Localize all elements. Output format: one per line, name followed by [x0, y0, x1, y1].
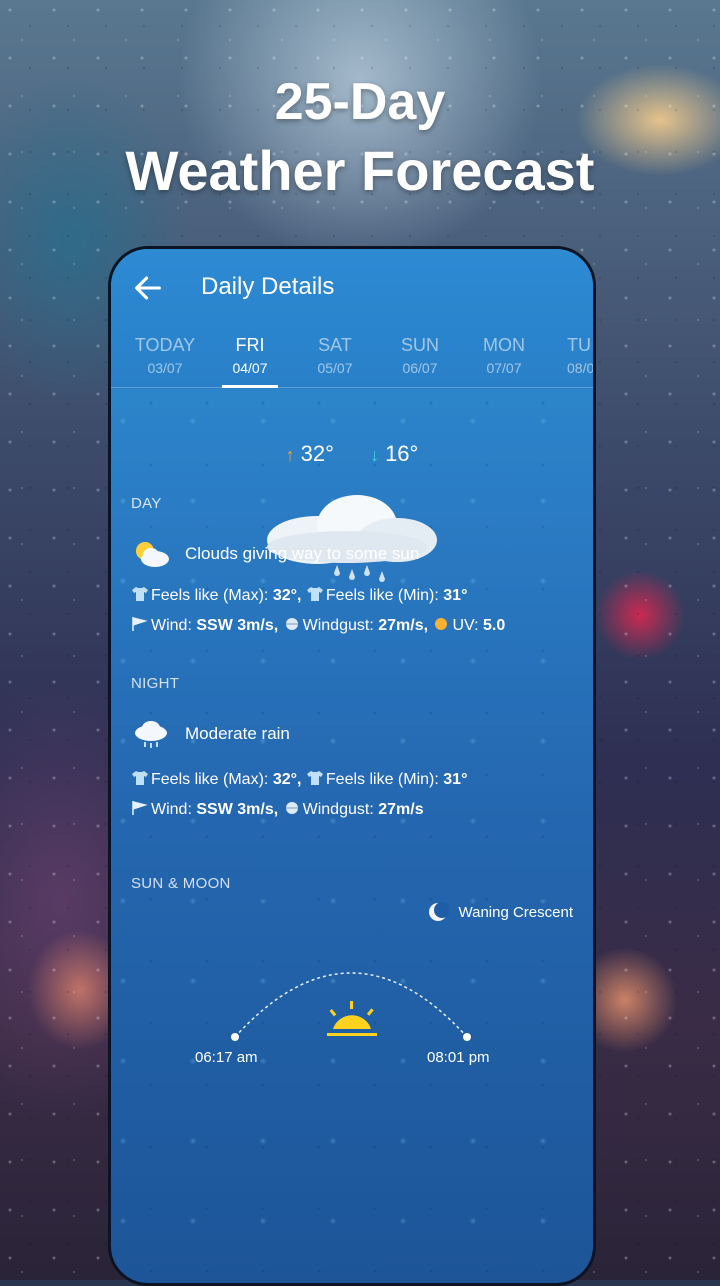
- night-feels-max: 32°,: [272, 771, 302, 788]
- night-wind-row: Wind: SSW 3m/s, Windgust: 27m/s: [131, 799, 424, 819]
- night-wind-label: Wind:: [151, 801, 192, 818]
- day-feels-max: 32°,: [272, 587, 302, 604]
- day-condition-text: Clouds giving way to some sun: [185, 544, 420, 563]
- temp-min: 16°: [385, 441, 419, 466]
- night-feels-row: Feels like (Max): 32°, Feels like (Min):…: [131, 769, 467, 789]
- arrow-down-icon: ↓: [370, 445, 380, 465]
- tab-day-name: SAT: [318, 335, 352, 355]
- day-feels-row: Feels like (Max): 32°, Feels like (Min):…: [131, 585, 467, 605]
- tab-day-name: TODAY: [134, 335, 196, 355]
- night-feels-min: 31°: [443, 771, 468, 788]
- arrow-up-icon: ↑: [285, 445, 295, 465]
- day-section-label: DAY: [131, 495, 162, 512]
- sun-arc: [231, 972, 471, 1041]
- night-wind: SSW 3m/s,: [196, 801, 279, 818]
- day-tabs: TODAY 03/07 FRI 04/07 SAT 05/07 SUN 06/0…: [111, 333, 593, 388]
- tab-sat[interactable]: SAT 05/07: [291, 333, 379, 376]
- day-feels-min: 31°: [443, 587, 468, 604]
- promo-headline-2: Weather Forecast: [125, 139, 595, 202]
- phone-raindrops: [111, 249, 593, 1283]
- sun-moon-section-label: SUN & MOON: [131, 875, 231, 892]
- night-feels-min-label: Feels like (Min):: [325, 771, 439, 788]
- tab-date: 07/07: [486, 360, 522, 376]
- moon-phase-text: Waning Crescent: [458, 903, 574, 921]
- tab-day-name: TU: [567, 335, 591, 355]
- app-header: Daily Details TODAY 03/07 FRI 04/07 SAT …: [111, 249, 593, 389]
- wind-flag-icon: [132, 801, 148, 815]
- tab-date: 06/07: [402, 360, 438, 376]
- sunrise-icon: [327, 1001, 377, 1036]
- temp-max: 32°: [300, 441, 334, 466]
- night-gust: 27m/s: [378, 801, 424, 818]
- windgust-icon: [285, 618, 298, 630]
- moon-phase: Waning Crescent: [427, 901, 574, 923]
- arrow-left-icon[interactable]: [131, 271, 165, 305]
- tab-today[interactable]: TODAY 03/07: [121, 333, 209, 376]
- sunrise-time: 06:17 am: [195, 1049, 258, 1066]
- page-title: Daily Details: [201, 273, 335, 300]
- shirt-icon: [132, 771, 148, 785]
- partly-sunny-icon: [136, 542, 169, 567]
- day-wind-label: Wind:: [151, 617, 192, 634]
- uv-sun-icon: [435, 618, 448, 630]
- night-feels-max-label: Feels like (Max):: [151, 771, 269, 788]
- tab-mon[interactable]: MON 07/07: [460, 333, 548, 376]
- day-feels-max-label: Feels like (Max):: [151, 587, 269, 604]
- tab-date: 03/07: [147, 360, 183, 376]
- day-feels-min-label: Feels like (Min):: [325, 587, 439, 604]
- tab-sun[interactable]: SUN 06/07: [376, 333, 464, 376]
- sunset-time: 08:01 pm: [427, 1049, 490, 1066]
- promo-headline-1: 25-Day: [274, 73, 446, 131]
- day-uv-label: UV:: [452, 617, 479, 634]
- day-wind-row: Wind: SSW 3m/s, Windgust: 27m/s, UV: 5.0: [131, 615, 505, 635]
- tab-day-name: MON: [483, 335, 525, 355]
- rain-icon: [135, 721, 167, 748]
- day-condition: Clouds giving way to some sun: [131, 539, 419, 569]
- night-condition-text: Moderate rain: [185, 724, 290, 743]
- windgust-icon: [285, 802, 298, 814]
- day-gust: 27m/s,: [378, 617, 429, 634]
- day-uv: 5.0: [483, 617, 506, 634]
- shirt-icon: [132, 587, 148, 601]
- phone-frame: Daily Details TODAY 03/07 FRI 04/07 SAT …: [108, 246, 596, 1286]
- shirt-icon: [306, 771, 323, 785]
- temperature-range: ↑ 32° ↓ 16°: [111, 441, 593, 467]
- day-wind: SSW 3m/s,: [196, 617, 279, 634]
- tab-date: 04/07: [232, 360, 268, 376]
- tab-date: 08/0: [567, 360, 595, 376]
- day-gust-label: Windgust:: [302, 617, 374, 634]
- tab-day-name: FRI: [235, 335, 265, 355]
- night-gust-label: Windgust:: [302, 801, 374, 818]
- tab-date: 05/07: [317, 360, 353, 376]
- night-condition: Moderate rain: [131, 719, 290, 749]
- tab-fri[interactable]: FRI 04/07: [206, 333, 294, 388]
- crescent-moon-icon: [428, 902, 449, 921]
- tab-day-name: SUN: [400, 335, 439, 355]
- wind-flag-icon: [132, 617, 148, 631]
- night-section-label: NIGHT: [131, 675, 180, 692]
- shirt-icon: [306, 587, 323, 601]
- tab-tue[interactable]: TU 08/0: [543, 333, 595, 376]
